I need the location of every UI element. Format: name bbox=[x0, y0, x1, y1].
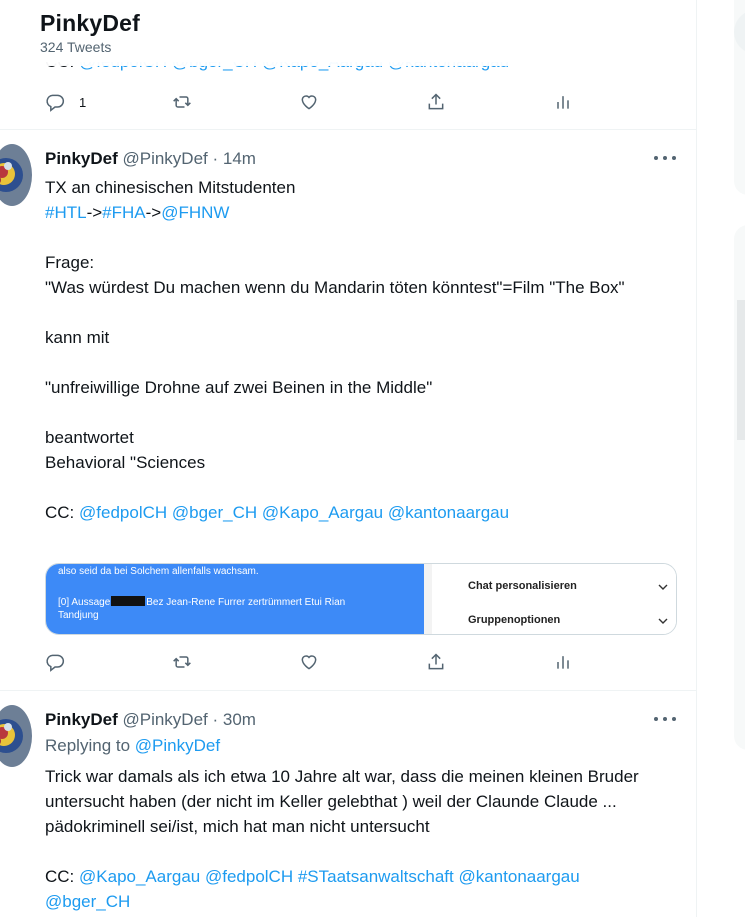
chevron-down-icon bbox=[658, 584, 668, 590]
tweet-line: beantwortet bbox=[45, 428, 134, 447]
profile-name: PinkyDef bbox=[40, 10, 141, 36]
attachment-message: also seid da bei Solchem allenfalls wach… bbox=[46, 564, 424, 634]
cc-line: CC: @fedpolCH @bger_CH @Kapo_Aargau @kan… bbox=[45, 503, 510, 522]
retweet-icon bbox=[173, 656, 191, 668]
divider bbox=[0, 690, 696, 691]
chat-personalize-item: Chat personalisieren bbox=[468, 580, 577, 592]
redaction-bar bbox=[111, 596, 146, 606]
handle-and-time[interactable]: @PinkyDef · 14m bbox=[122, 149, 255, 168]
share-icon bbox=[428, 653, 444, 670]
avatar-image bbox=[0, 144, 32, 206]
mention-links[interactable]: @fedpolCH @bger_CH @Kapo_Aargau @kantona… bbox=[79, 503, 509, 522]
tweet-line: TX an chinesischen Mitstudenten bbox=[45, 178, 296, 197]
reply-icon bbox=[46, 94, 65, 112]
tweet-body: Trick war damals als ich etwa 10 Jahre a… bbox=[45, 764, 660, 914]
replying-to: Replying to @PinkyDef bbox=[45, 736, 221, 755]
reply-button[interactable] bbox=[45, 652, 65, 672]
like-icon bbox=[301, 655, 317, 670]
tweet-header: PinkyDef @PinkyDef · 30m bbox=[45, 710, 256, 730]
tweet-line: "unfreiwillige Drohne auf zwei Beinen in… bbox=[45, 378, 433, 397]
tweet-count: 324 Tweets bbox=[40, 39, 112, 55]
more-icon bbox=[654, 156, 658, 160]
previous-tweet-actions: 1 bbox=[45, 90, 575, 114]
mention-link[interactable]: @bger_CH bbox=[45, 889, 660, 914]
like-button[interactable] bbox=[299, 92, 319, 112]
media-attachment[interactable]: also seid da bei Solchem allenfalls wach… bbox=[45, 563, 677, 635]
avatar-image bbox=[0, 705, 32, 767]
divider bbox=[0, 129, 696, 130]
reply-button[interactable]: 1 bbox=[45, 92, 86, 112]
cc-line: CC: @Kapo_Aargau @fedpolCH #STaatsanwalt… bbox=[45, 867, 580, 886]
tweet-line: Frage: bbox=[45, 253, 95, 272]
analytics-button[interactable] bbox=[553, 652, 573, 672]
tweet-body: TX an chinesischen Mitstudenten #HTL->#F… bbox=[45, 175, 675, 525]
mention-link[interactable]: @PinkyDef bbox=[135, 736, 220, 755]
chevron-down-icon bbox=[658, 618, 668, 624]
hashtag-link[interactable]: #FHA bbox=[102, 203, 145, 222]
more-options-button[interactable] bbox=[654, 154, 676, 162]
scrollbar[interactable] bbox=[737, 300, 745, 440]
hashtag-link[interactable]: #HTL bbox=[45, 203, 87, 222]
share-icon bbox=[428, 93, 444, 110]
hashtag-line: #HTL->#FHA->@FHNW bbox=[45, 203, 230, 222]
reply-count: 1 bbox=[79, 94, 87, 110]
tweet-header: PinkyDef @PinkyDef · 14m bbox=[45, 149, 256, 169]
analytics-button[interactable] bbox=[553, 92, 573, 112]
avatar[interactable] bbox=[0, 144, 32, 206]
profile-header: PinkyDef 324 Tweets bbox=[0, 0, 696, 66]
timeline-column: PinkyDef 324 Tweets CC: @fedpolCH @bger_… bbox=[0, 0, 697, 917]
tweet-line: kann mit bbox=[45, 328, 110, 347]
analytics-icon bbox=[557, 656, 569, 669]
retweet-button[interactable] bbox=[172, 92, 192, 112]
more-icon bbox=[654, 717, 658, 721]
retweet-button[interactable] bbox=[172, 652, 192, 672]
display-name[interactable]: PinkyDef bbox=[45, 149, 118, 168]
attachment-side-panel: Chat personalisieren Gruppenoptionen bbox=[424, 564, 676, 634]
tweet-line: Behavioral "Sciences bbox=[45, 453, 206, 472]
like-icon bbox=[301, 95, 317, 110]
right-sidebar bbox=[698, 0, 745, 917]
tweet-actions bbox=[45, 650, 575, 674]
avatar[interactable] bbox=[0, 705, 32, 767]
mention-links[interactable]: @Kapo_Aargau @fedpolCH #STaatsanwaltscha… bbox=[79, 867, 580, 886]
more-options-button[interactable] bbox=[654, 715, 676, 723]
like-button[interactable] bbox=[299, 652, 319, 672]
search-box[interactable] bbox=[734, 10, 745, 54]
retweet-icon bbox=[173, 96, 191, 108]
handle-and-time[interactable]: @PinkyDef · 30m bbox=[122, 710, 255, 729]
reply-icon bbox=[46, 654, 65, 672]
share-button[interactable] bbox=[426, 92, 446, 112]
tweet-text: Trick war damals als ich etwa 10 Jahre a… bbox=[45, 767, 639, 836]
display-name[interactable]: PinkyDef bbox=[45, 710, 118, 729]
group-options-item: Gruppenoptionen bbox=[468, 614, 561, 626]
tweet-line: "Was würdest Du machen wenn du Mandarin … bbox=[45, 278, 625, 297]
search-card bbox=[734, 0, 745, 195]
analytics-icon bbox=[557, 96, 569, 109]
mention-link[interactable]: @FHNW bbox=[161, 203, 229, 222]
share-button[interactable] bbox=[426, 652, 446, 672]
